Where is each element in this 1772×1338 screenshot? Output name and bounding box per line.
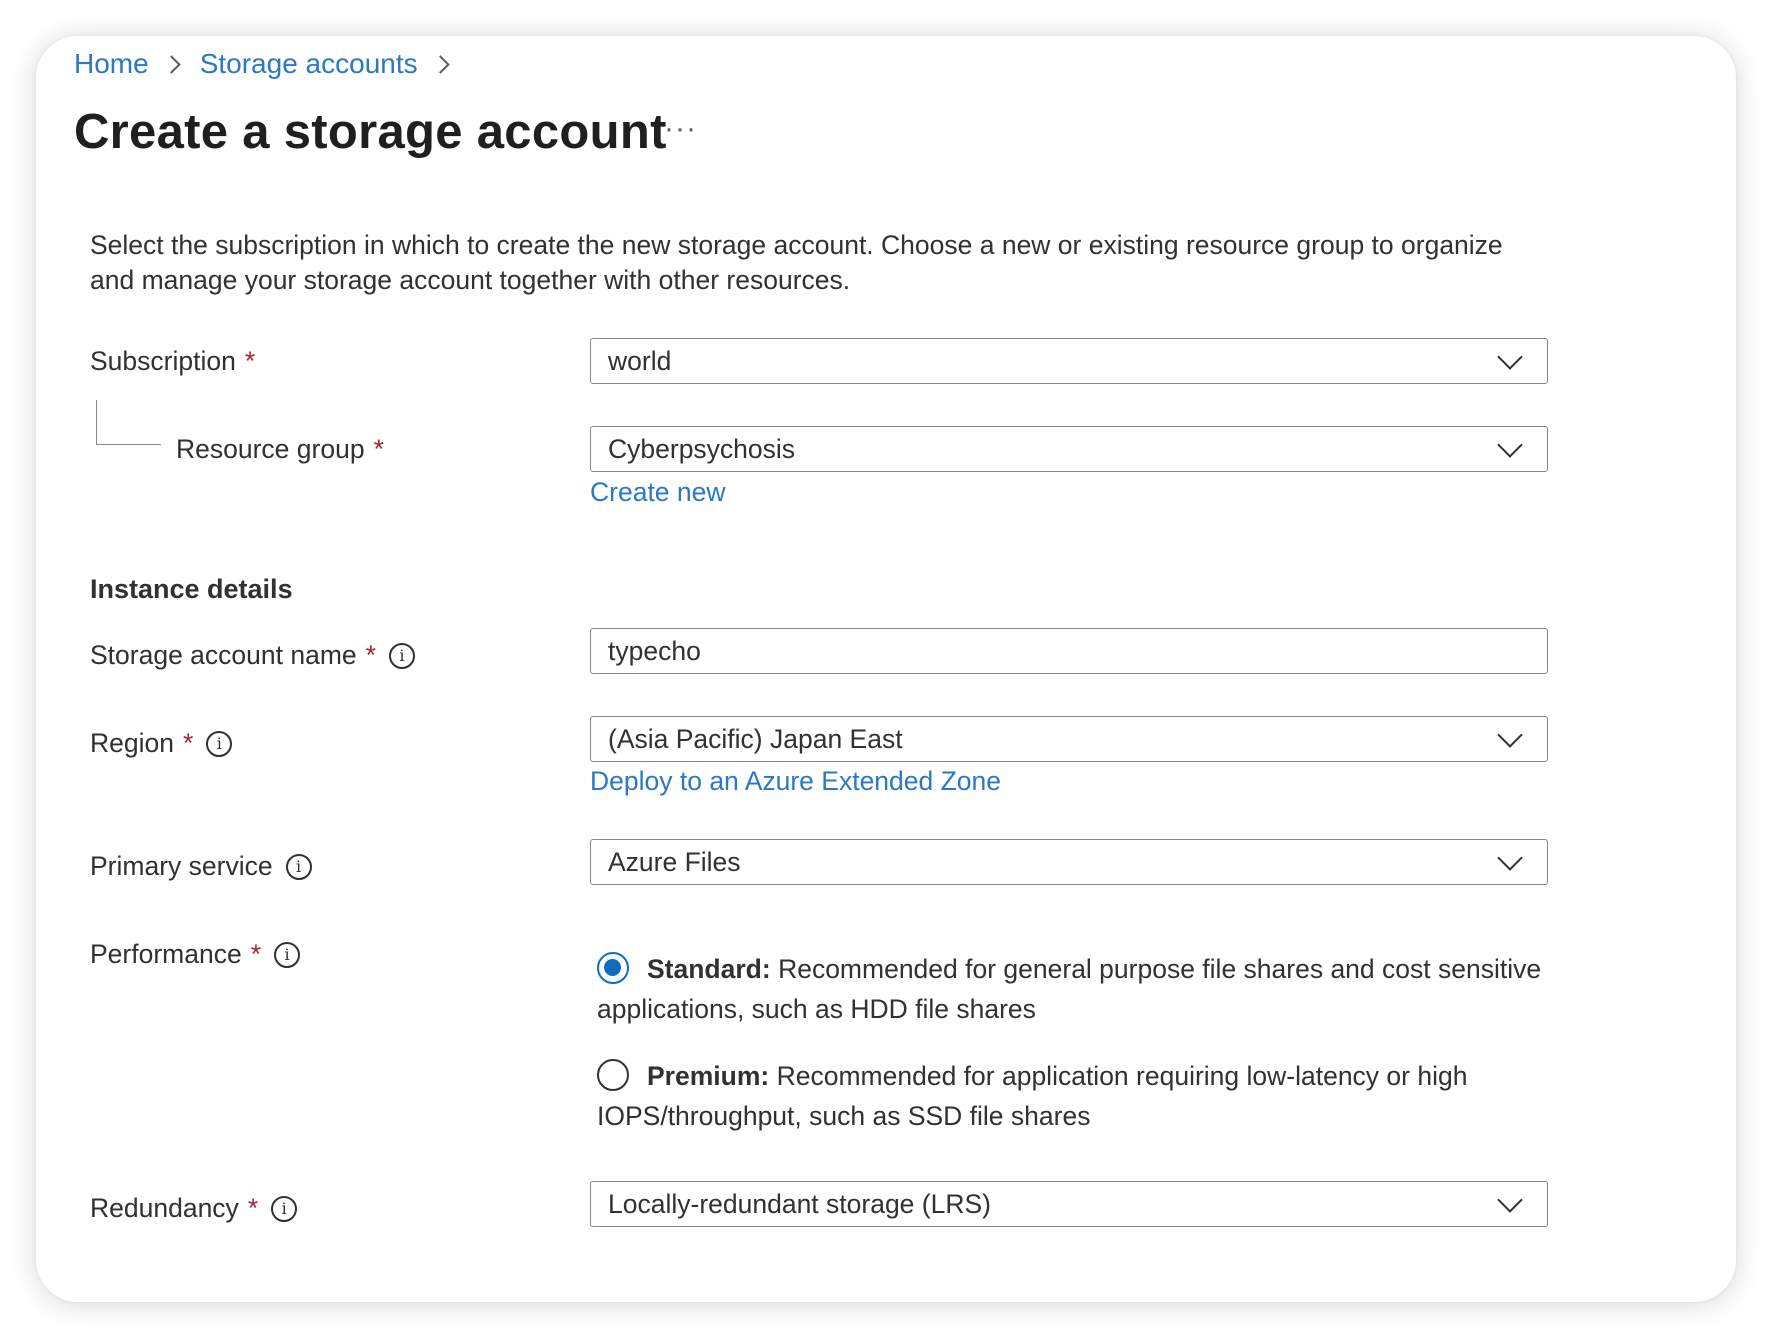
required-marker: * (365, 640, 376, 670)
resource-group-value: Cyberpsychosis (608, 433, 796, 464)
chevron-down-icon (1497, 722, 1523, 748)
chevron-down-icon (1497, 1187, 1523, 1213)
deploy-extended-zone-link[interactable]: Deploy to an Azure Extended Zone (590, 766, 1001, 797)
primary-service-dropdown[interactable]: Azure Files (590, 839, 1548, 885)
subscription-label: Subscription * (90, 346, 255, 377)
region-label-text: Region (90, 728, 174, 758)
option-title: Premium: (647, 1061, 770, 1091)
create-new-link[interactable]: Create new (590, 477, 726, 508)
chevron-right-icon (430, 54, 450, 74)
performance-option-premium[interactable]: Premium: Recommended for application req… (597, 1056, 1547, 1136)
breadcrumb: Home Storage accounts (74, 48, 469, 80)
storage-name-label-text: Storage account name (90, 640, 357, 670)
chevron-down-icon (1497, 845, 1523, 871)
region-value: (Asia Pacific) Japan East (608, 723, 903, 754)
subscription-dropdown[interactable]: world (590, 338, 1548, 384)
performance-label-text: Performance (90, 939, 242, 969)
storage-name-value: typecho (608, 635, 701, 666)
performance-option-standard[interactable]: Standard: Recommended for general purpos… (597, 949, 1547, 1029)
resource-group-label-text: Resource group (176, 434, 365, 464)
resource-group-label: Resource group * (176, 434, 384, 465)
chevron-down-icon (1497, 344, 1523, 370)
resource-group-dropdown[interactable]: Cyberpsychosis (590, 426, 1548, 472)
storage-name-input[interactable]: typecho (590, 628, 1548, 674)
breadcrumb-storage-accounts[interactable]: Storage accounts (200, 48, 418, 80)
info-icon[interactable]: i (285, 853, 312, 880)
info-icon[interactable]: i (388, 642, 415, 669)
intro-text: Select the subscription in which to crea… (90, 230, 1503, 295)
option-title: Standard: (647, 954, 771, 984)
primary-service-value: Azure Files (608, 846, 741, 877)
redundancy-value: Locally-redundant storage (LRS) (608, 1188, 991, 1219)
region-label: Region * i (90, 728, 233, 759)
instance-details-heading: Instance details (90, 574, 293, 604)
required-marker: * (373, 434, 384, 464)
required-marker: * (182, 728, 194, 758)
redundancy-label-text: Redundancy (90, 1193, 239, 1223)
page-title: Create a storage account (74, 105, 667, 159)
primary-service-label: Primary service i (90, 851, 312, 882)
tree-connector (96, 400, 161, 445)
primary-service-label-text: Primary service (90, 851, 273, 881)
required-marker: * (250, 939, 262, 969)
info-icon[interactable]: i (206, 730, 233, 757)
more-icon[interactable]: ··· (664, 112, 697, 146)
radio-unselected-icon[interactable] (597, 1059, 629, 1091)
chevron-down-icon (1497, 432, 1523, 458)
subscription-label-text: Subscription (90, 346, 236, 376)
required-marker: * (244, 346, 256, 376)
required-marker: * (247, 1193, 259, 1223)
redundancy-dropdown[interactable]: Locally-redundant storage (LRS) (590, 1181, 1548, 1227)
region-dropdown[interactable]: (Asia Pacific) Japan East (590, 716, 1548, 762)
redundancy-label: Redundancy * i (90, 1193, 298, 1224)
breadcrumb-home[interactable]: Home (74, 48, 149, 80)
chevron-right-icon (162, 54, 181, 74)
subscription-value: world (608, 345, 672, 376)
radio-selected-icon[interactable] (597, 952, 629, 984)
info-icon[interactable]: i (274, 941, 301, 968)
performance-label: Performance * i (90, 939, 301, 970)
info-icon[interactable]: i (271, 1195, 298, 1222)
storage-name-label: Storage account name * i (90, 640, 415, 671)
